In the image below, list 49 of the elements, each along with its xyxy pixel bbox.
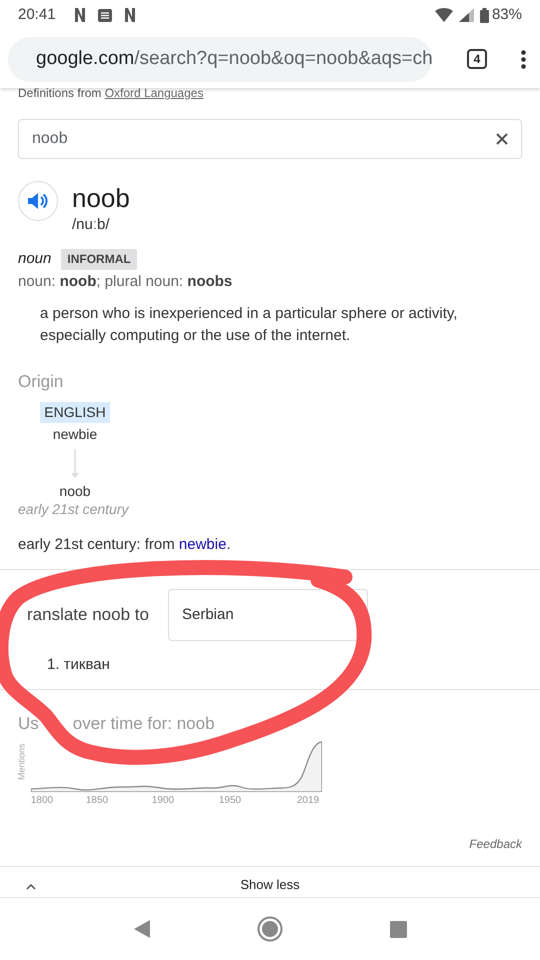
chevron-icon[interactable] (26, 884, 36, 890)
part-of-speech: noun (18, 248, 52, 269)
usage-title: Us (18, 713, 39, 735)
definition-text: a person who is inexperienced in a particular sphere or activity, especially computing or the use of the internet. (40, 304, 458, 346)
source-link[interactable]: Oxford Languages (104, 86, 204, 100)
chart-axis-label: Mentions (16, 743, 28, 780)
show-less-button[interactable]: Show less (240, 878, 300, 892)
pronunciation-button[interactable] (18, 181, 58, 221)
feedback-link[interactable]: Feedback (469, 835, 522, 853)
notes-icon (98, 8, 112, 22)
source-label: Definitions from (18, 86, 102, 100)
recents-icon[interactable] (390, 920, 406, 938)
register-label: INFORMAL (61, 248, 137, 270)
headword: noob (72, 182, 130, 214)
source-word: newbie (52, 425, 98, 444)
target-word: noob (59, 482, 91, 501)
tab-count-button[interactable]: 4 (467, 49, 487, 69)
etymology-text: early 21st century: from newbie. (18, 536, 231, 554)
chart-tick-label: 1850 (86, 794, 108, 808)
url-text: google.com/search?q=noob&oq=noob&aqs=ch (36, 46, 432, 71)
battery-percent: 83% (492, 4, 522, 25)
back-icon[interactable] (134, 920, 150, 938)
translation-result: 1. тикван (47, 655, 110, 675)
address-bar[interactable]: google.com/search?q=noob&oq=noob&aqs=ch (8, 36, 432, 82)
notification-icon (74, 7, 86, 23)
arrow-icon (71, 449, 79, 478)
translate-label: ranslate noob to (27, 604, 150, 626)
menu-icon[interactable] (521, 50, 526, 68)
usage-title: over time for: noob (72, 713, 215, 735)
chart-tick-label: 1900 (152, 794, 174, 808)
search-field[interactable]: noob (18, 119, 522, 159)
origin-date: early 21st century (18, 501, 128, 517)
etymology-link[interactable]: newbie (178, 536, 226, 553)
notification-icon (124, 7, 136, 23)
home-icon[interactable] (256, 916, 282, 942)
origin-heading: Origin (18, 371, 64, 393)
signal-icon (458, 8, 474, 22)
pronunciation-text: /nuːb/ (72, 216, 111, 234)
battery-icon (480, 8, 489, 22)
status-time: 20:41 (18, 4, 56, 25)
language-select[interactable]: Serbian (168, 589, 368, 641)
wifi-icon (434, 8, 453, 22)
chart-tick-label: 1800 (30, 794, 54, 808)
close-icon[interactable] (496, 133, 508, 145)
language-tag: ENGLISH (40, 402, 110, 423)
word-forms: noun: noob; plural noun: noobs (18, 272, 234, 292)
chart-tick-label: 1950 (218, 794, 242, 808)
speaker-icon (28, 192, 48, 210)
chart-tick-label: 2019 (296, 794, 320, 808)
